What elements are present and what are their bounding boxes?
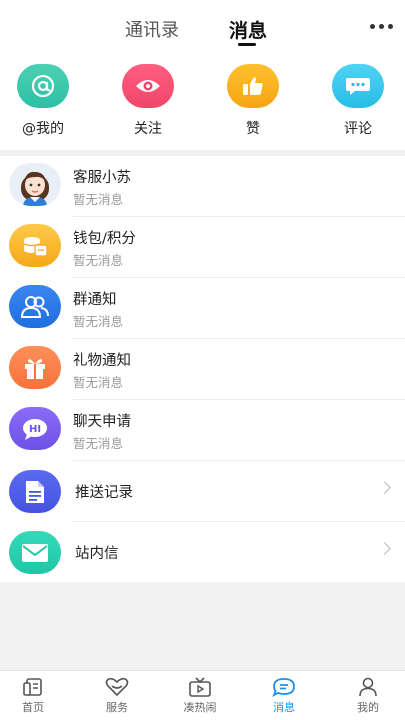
list-item-subtitle: 暂无消息 xyxy=(73,436,124,451)
list-item-title: 钱包/积分 xyxy=(73,231,136,247)
list-item-push-records[interactable]: 推送记录 xyxy=(0,461,405,522)
service-heart-icon xyxy=(105,677,129,697)
list-item-subtitle: 暂无消息 xyxy=(73,253,124,268)
nav-home[interactable]: 首页 xyxy=(3,677,63,715)
quick-action-label: 赞 xyxy=(246,121,260,137)
nav-label: 服务 xyxy=(106,701,128,714)
quick-action-follow[interactable]: 关注 xyxy=(103,64,193,138)
group-icon xyxy=(9,285,61,328)
wallet-icon xyxy=(9,224,61,267)
svg-text:HI: HI xyxy=(29,424,41,435)
home-icon xyxy=(23,678,42,696)
at-icon xyxy=(17,64,69,108)
gift-icon xyxy=(9,346,61,389)
hi-chat-icon: HI xyxy=(9,407,61,450)
list-item-wallet[interactable]: 钱包/积分 暂无消息 xyxy=(0,217,405,278)
list-item-group-notice[interactable]: 群通知 暂无消息 xyxy=(0,278,405,339)
nav-profile[interactable]: 我的 xyxy=(338,677,398,715)
list-item-title: 群通知 xyxy=(73,292,117,308)
list-item-title: 推送记录 xyxy=(75,485,133,501)
eye-icon xyxy=(122,64,174,108)
nav-label: 我的 xyxy=(357,701,379,714)
message-icon xyxy=(272,678,295,697)
nav-label: 凑热闹 xyxy=(183,701,217,714)
nav-label: 消息 xyxy=(273,701,295,714)
quick-actions: @我的 关注 赞 评论 xyxy=(0,64,405,144)
active-tab-indicator xyxy=(238,43,256,46)
list-item-gift-notice[interactable]: 礼物通知 暂无消息 xyxy=(0,339,405,400)
quick-action-label: 评论 xyxy=(344,121,372,137)
quick-action-label: @我的 xyxy=(22,121,64,137)
chevron-right-icon xyxy=(378,542,391,555)
list-item-title: 礼物通知 xyxy=(73,353,131,369)
tv-icon xyxy=(189,677,211,697)
quick-action-mentions[interactable]: @我的 xyxy=(0,64,88,138)
list-item-title: 站内信 xyxy=(75,546,119,562)
bottom-navigation: 首页 服务 凑热闹 消息 我的 xyxy=(0,670,405,720)
list-item-subtitle: 暂无消息 xyxy=(73,375,124,390)
more-horizontal-icon[interactable] xyxy=(370,24,393,29)
top-bar: 通讯录 消息 xyxy=(0,0,405,54)
tab-contacts[interactable]: 通讯录 xyxy=(125,16,179,42)
list-item-customer-service[interactable]: 客服小苏 暂无消息 xyxy=(0,156,405,217)
list-item-subtitle: 暂无消息 xyxy=(73,314,124,329)
quick-action-label: 关注 xyxy=(134,121,162,137)
empty-background-area xyxy=(0,582,405,670)
message-list: 客服小苏 暂无消息 钱包/积分 暂无消息 群通知 暂无消息 礼物通知 暂无消息 … xyxy=(0,156,405,583)
list-item-subtitle: 暂无消息 xyxy=(73,192,124,207)
list-item-title: 客服小苏 xyxy=(73,170,131,186)
document-icon xyxy=(9,470,61,513)
list-item-site-mail[interactable]: 站内信 xyxy=(0,522,405,583)
profile-icon xyxy=(359,677,377,697)
list-item-title: 聊天申请 xyxy=(73,414,131,430)
list-item-chat-request[interactable]: HI 聊天申请 暂无消息 xyxy=(0,400,405,461)
thumbs-up-icon xyxy=(227,64,279,108)
nav-service[interactable]: 服务 xyxy=(87,677,147,715)
nav-label: 首页 xyxy=(22,701,44,714)
quick-action-likes[interactable]: 赞 xyxy=(208,64,298,138)
nav-messages[interactable]: 消息 xyxy=(254,677,314,715)
tab-messages[interactable]: 消息 xyxy=(229,16,267,43)
nav-trending[interactable]: 凑热闹 xyxy=(170,677,230,715)
quick-action-comments[interactable]: 评论 xyxy=(313,64,403,138)
chevron-right-icon xyxy=(378,481,391,494)
mail-icon xyxy=(9,531,61,574)
service-avatar xyxy=(9,163,61,206)
comment-icon xyxy=(332,64,384,108)
